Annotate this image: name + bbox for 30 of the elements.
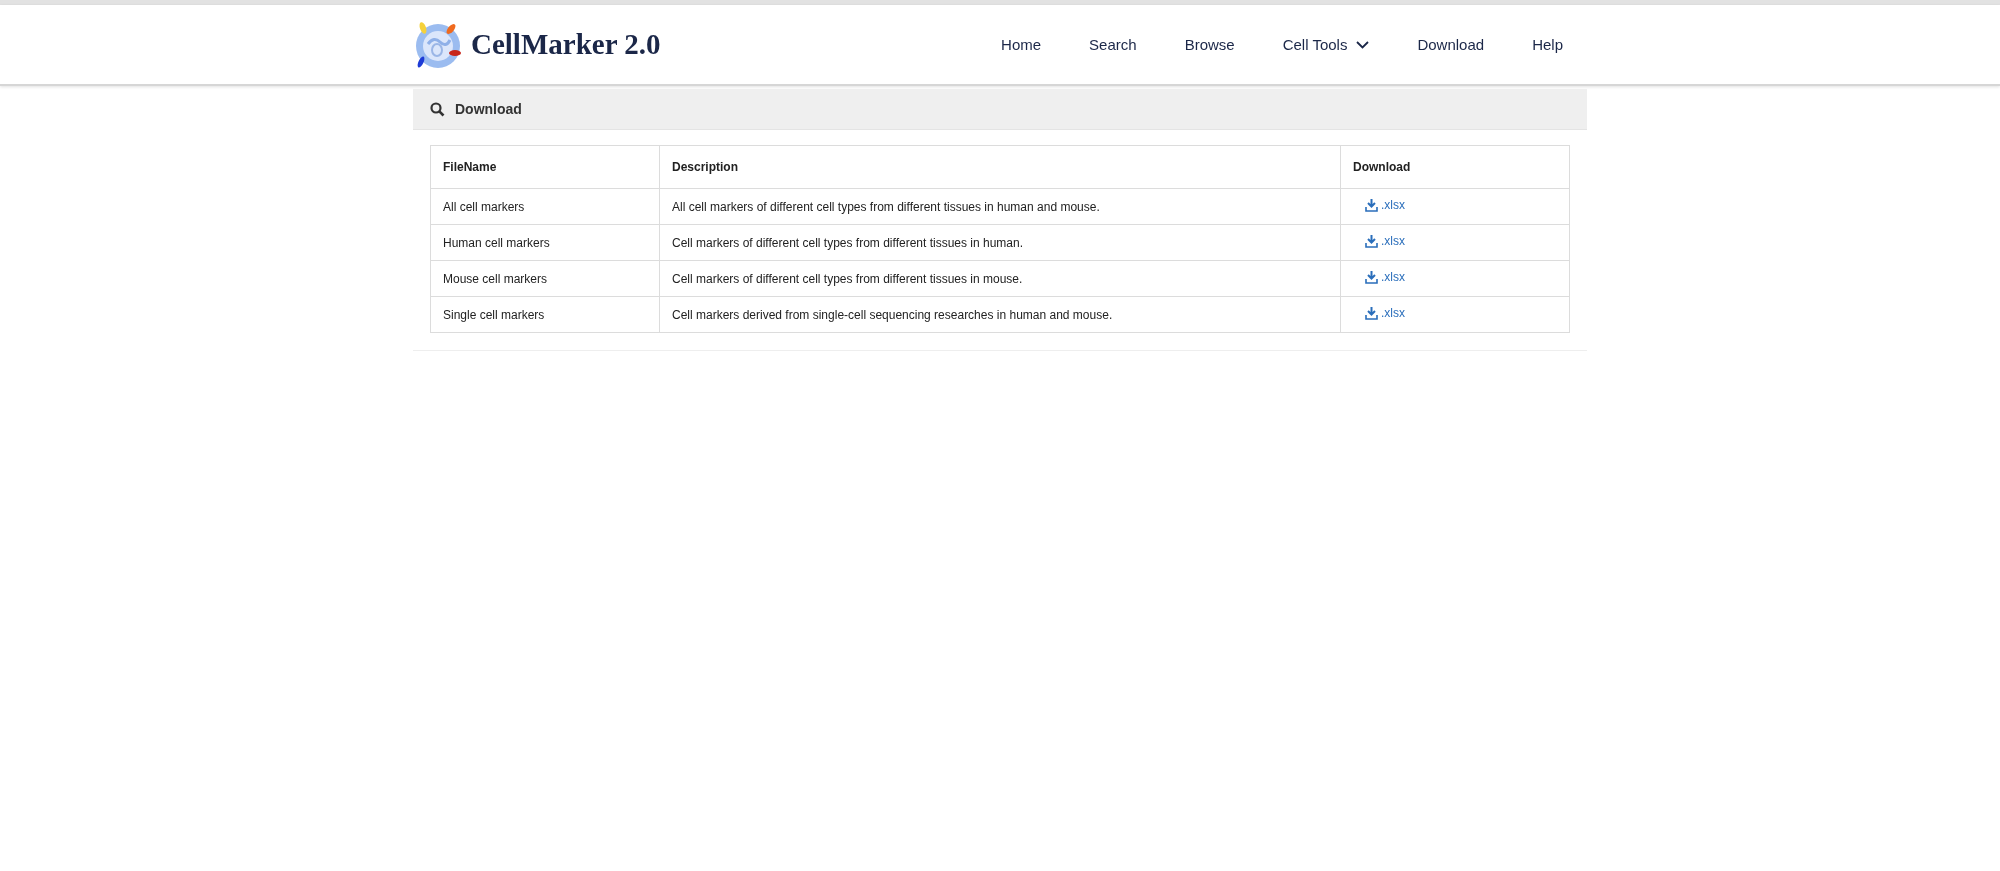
nav-link[interactable]: Search bbox=[1089, 36, 1137, 53]
panel-title: Download bbox=[455, 101, 522, 117]
logo-icon bbox=[413, 19, 463, 70]
download-icon bbox=[1365, 198, 1378, 212]
download-icon bbox=[1365, 234, 1378, 248]
download-icon bbox=[1365, 270, 1378, 284]
table-cell: Cell markers of different cell types from different tissues in human. bbox=[659, 224, 1341, 261]
nav-link[interactable]: Browse bbox=[1184, 36, 1235, 53]
xlsx-file-link[interactable]: .xlsx bbox=[1365, 270, 1405, 285]
nav-link[interactable]: Home bbox=[1001, 36, 1042, 53]
table-cell: All cell markers of different cell types from different tissues in human and mouse. bbox=[659, 188, 1341, 225]
table-cell: Human cell markers bbox=[430, 224, 660, 261]
nav-link[interactable]: Cell Tools bbox=[1282, 36, 1370, 53]
table-cell: Cell markers of different cell types from different tissues in mouse. bbox=[659, 260, 1341, 297]
xlsx-file-link[interactable]: .xlsx bbox=[1365, 198, 1405, 213]
column-header: FileName bbox=[430, 145, 660, 189]
xlsx-file-link[interactable]: .xlsx bbox=[1365, 234, 1405, 249]
table-cell: Cell markers derived from single-cell sequencing researches in human and mouse. bbox=[659, 296, 1341, 333]
column-header: Description bbox=[659, 145, 1341, 189]
nav-link[interactable]: Download bbox=[1417, 36, 1485, 53]
table-cell: Single cell markers bbox=[430, 296, 660, 333]
table-cell: All cell markers bbox=[430, 188, 660, 225]
column-header: Download bbox=[1340, 145, 1570, 189]
site-logo-text[interactable]: CellMarker 2.0 bbox=[471, 28, 661, 61]
download-icon bbox=[1365, 306, 1378, 320]
table-cell: Mouse cell markers bbox=[430, 260, 660, 297]
nav-link[interactable]: Help bbox=[1532, 36, 1563, 53]
chevron-down-icon bbox=[1356, 40, 1370, 49]
search-icon bbox=[430, 101, 445, 117]
xlsx-file-link[interactable]: .xlsx bbox=[1365, 306, 1405, 321]
